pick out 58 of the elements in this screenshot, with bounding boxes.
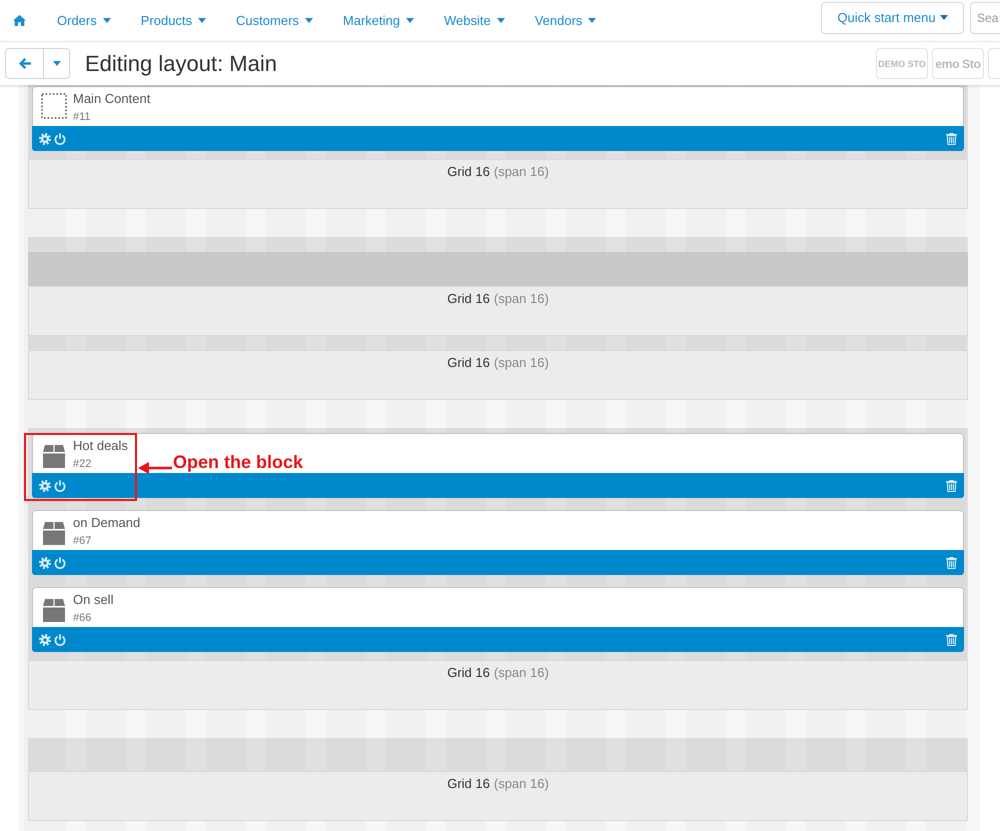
grid-span: (span 16) [494,355,549,370]
trash-icon[interactable] [946,634,957,646]
grid-span: (span 16) [494,291,549,306]
box-icon [43,599,65,622]
nav-menu-link[interactable]: Products [140,13,206,28]
caret-icon [588,18,596,23]
caret-icon [406,18,414,23]
box-icon [43,522,65,545]
power-icon[interactable] [54,132,66,144]
box-icon [43,445,65,468]
block-title: Main Content [73,91,150,107]
grid-title: Grid 16 [447,355,490,370]
block-id: #67 [73,534,92,548]
store-logo-button[interactable]: emo Sto [932,48,984,79]
caret-icon [198,18,206,23]
store-logo-button[interactable]: DEMO STO [876,48,928,79]
nav-menu-link[interactable]: Marketing [342,13,414,28]
grid-title: Grid 16 [447,164,490,179]
grid-title: Grid 16 [447,291,490,306]
caret-icon [52,61,60,66]
caret-icon [102,18,111,23]
power-icon[interactable] [54,556,66,568]
trash-icon[interactable] [946,132,957,144]
callout-text: Open the block [173,452,304,472]
power-icon[interactable] [54,480,66,492]
quick-start-menu-button[interactable]: Quick start menu [821,2,964,34]
dotted-square-icon [41,93,67,119]
block-title: On sell [73,592,114,608]
back-arrow-icon [18,58,30,69]
caret-icon [940,15,948,20]
grid-title: Grid 16 [447,776,490,791]
page-title: Editing layout: Main [85,50,277,76]
settings-icon[interactable] [39,132,51,144]
caret-icon [304,18,313,23]
block-id: #22 [73,457,92,471]
power-icon[interactable] [54,634,66,646]
grid-span: (span 16) [494,776,549,791]
nav-menu-link[interactable]: Website [444,13,505,28]
settings-icon[interactable] [39,634,51,646]
block-title: on Demand [73,515,140,531]
block-id: #11 [73,110,92,124]
grid-span: (span 16) [494,164,549,179]
settings-icon[interactable] [39,556,51,568]
callout-arrow [138,462,172,474]
back-button[interactable] [6,49,44,78]
search-field[interactable]: Sea [970,2,1000,34]
nav-menu-link[interactable]: Orders [57,13,111,28]
settings-icon[interactable] [39,480,51,492]
block-id: #66 [73,611,92,625]
grid-title: Grid 16 [447,665,490,680]
trash-icon[interactable] [946,556,957,568]
caret-icon [496,18,505,23]
grid-span: (span 16) [494,665,549,680]
nav-menu-link[interactable]: Vendors [534,13,596,28]
nav-menu-link[interactable]: Customers [236,13,313,28]
trash-icon[interactable] [946,480,957,492]
home-icon[interactable] [13,15,26,26]
block-title: Hot deals [73,438,128,454]
